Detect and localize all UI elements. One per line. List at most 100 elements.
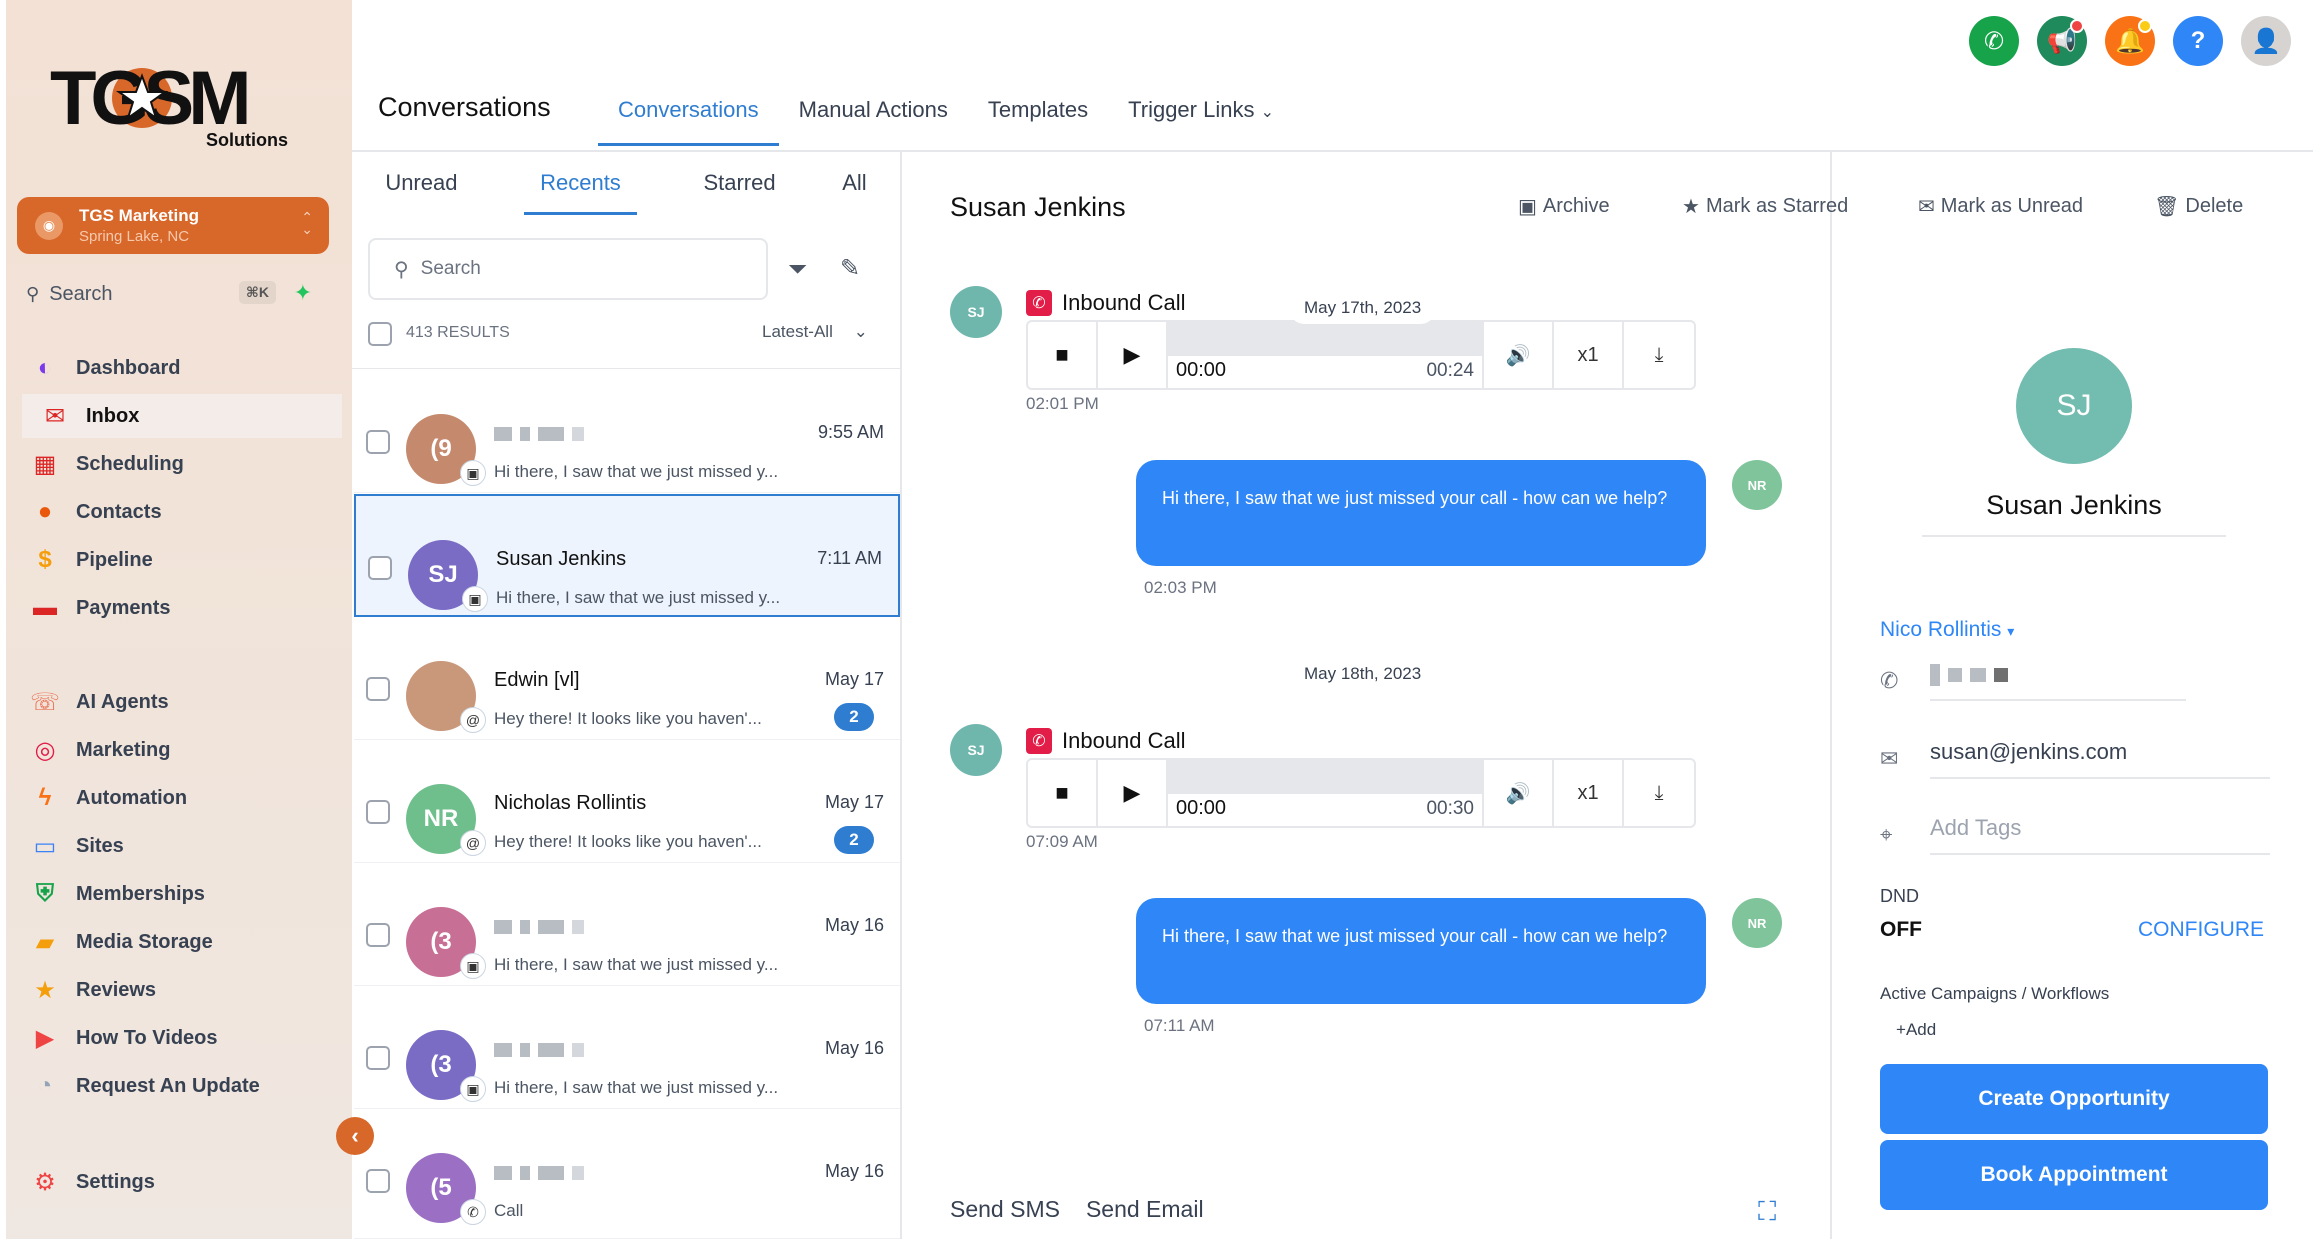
sidebar-item-label: How To Videos [76,1026,218,1049]
quick-action-icon[interactable]: ✦ [294,280,312,306]
sidebar-item-dashboard[interactable]: ◐ Dashboard [6,346,346,390]
location-switcher[interactable]: ◉ TGS Marketing Spring Lake, NC ⌃ ⌄ [17,197,329,254]
download-icon[interactable]: ⤓ [1624,760,1694,826]
conversation-name [494,422,592,445]
phone-icon: ✆ [1026,290,1052,316]
delete-button[interactable]: 🗑 Delete [2154,194,2243,219]
mark-starred-button[interactable]: ★ Mark as Starred [1682,194,1848,219]
sidebar-item-media-storage[interactable]: ▰ Media Storage [6,920,346,964]
dnd-value: OFF [1880,918,1922,941]
filter-icon[interactable]: ⏷ [788,256,807,284]
email-channel-icon: @ [460,830,486,856]
conversation-checkbox[interactable] [368,556,392,580]
conversation-list-item[interactable]: (5 ✆ May 16 Call [354,1109,900,1239]
message-time: 02:03 PM [1144,578,1217,597]
play-button[interactable]: ▶ [1098,322,1168,388]
conversation-checkbox[interactable] [366,800,390,824]
configure-button[interactable]: CONFIGURE [2138,918,2264,942]
owner-select[interactable]: Nico Rollintis ▾ [1880,618,2014,642]
phone-field[interactable]: ✆ [1880,664,2186,701]
add-campaign-button[interactable]: +Add [1896,1020,1936,1040]
sort-select[interactable]: Latest-All ⌄ [762,322,868,342]
tab-recents[interactable]: Recents [524,152,637,215]
inbox-icon: ✉ [44,402,66,430]
tab-unread[interactable]: Unread [385,170,457,196]
sidebar-item-reviews[interactable]: ★ Reviews [6,968,346,1012]
chevron-updown-icon: ⌃ ⌄ [301,209,313,237]
sidebar-item-pipeline[interactable]: $ Pipeline [6,538,346,582]
book-appointment-button[interactable]: Book Appointment [1880,1140,2268,1210]
sidebar-search[interactable]: ⚲ Search ⌘K ✦ [26,280,326,308]
phone-icon[interactable]: ✆ [1969,16,2019,66]
conversation-time: 9:55 AM [817,422,884,442]
avatar-initials: (3 [430,1051,452,1078]
conversation-list-item[interactable]: NR @ Nicholas Rollintis May 17 Hey there! It… [354,740,900,863]
sidebar-item-ai-agents[interactable]: ☏ AI Agents [6,680,346,724]
conversation-checkbox[interactable] [366,1169,390,1193]
help-icon[interactable]: ? [2173,16,2223,66]
sidebar-item-how-to-videos[interactable]: ▶ How To Videos [6,1016,346,1060]
audio-progress-bar[interactable]: 00:00 00:24 [1168,322,1484,388]
sidebar-item-automation[interactable]: ϟ Automation [6,776,346,820]
mark-unread-button[interactable]: ✉ Mark as Unread [1918,194,2083,219]
tab-trigger-links[interactable]: Trigger Links ⌄ [1108,80,1294,146]
sidebar-item-contacts[interactable]: ● Contacts [6,490,346,534]
conversation-list-item[interactable]: SJ ▣ Susan Jenkins 7:11 AM Hi there, I saw t… [354,494,900,617]
compose-icon[interactable]: ✎ [840,254,860,283]
bell-icon[interactable]: 🔔 [2105,16,2155,66]
message-time: 07:09 AM [1026,832,1098,851]
conversation-checkbox[interactable] [366,1046,390,1070]
audio-progress-bar[interactable]: 00:00 00:30 [1168,760,1484,826]
create-opportunity-button[interactable]: Create Opportunity [1880,1064,2268,1134]
brand-logo[interactable]: TGSM Solutions [50,54,310,154]
conversation-checkbox[interactable] [366,677,390,701]
email-field[interactable]: ✉ susan@jenkins.com [1880,739,2270,779]
conversation-list-item[interactable]: (3 ▣ May 16 Hi there, I saw that we just mi… [354,986,900,1109]
sidebar-item-inbox[interactable]: ✉ Inbox [22,394,342,438]
play-button[interactable]: ▶ [1098,760,1168,826]
user-avatar[interactable]: 👤 [2241,16,2291,66]
sidebar-item-sites[interactable]: ▭ Sites [6,824,346,868]
sidebar-item-payments[interactable]: ▬ Payments [6,586,346,630]
tab-all[interactable]: All [842,170,866,196]
add-label: Add [1905,1020,1937,1039]
send-email-tab[interactable]: Send Email [1086,1196,1204,1223]
sidebar-item-settings[interactable]: ⚙ Settings [6,1160,346,1204]
sidebar-item-scheduling[interactable]: ▦ Scheduling [6,442,346,486]
download-icon[interactable]: ⤓ [1624,322,1694,388]
stop-button[interactable]: ■ [1028,322,1098,388]
search-icon: ⚲ [26,283,40,304]
play-icon: ▶ [35,1024,55,1052]
speed-button[interactable]: x1 [1554,322,1624,388]
trash-icon: 🗑 [2154,196,2180,218]
sidebar-item-memberships[interactable]: ⛨ Memberships [6,872,346,916]
conversation-search-input[interactable]: ⚲ Search [368,238,768,300]
conversation-list-item[interactable]: (3 ▣ May 16 Hi there, I saw that we just mi… [354,863,900,986]
speed-button[interactable]: x1 [1554,760,1624,826]
stop-button[interactable]: ■ [1028,760,1098,826]
megaphone-icon[interactable]: 📢 [2037,16,2087,66]
sidebar-item-request-an-update[interactable]: ◔ Request An Update [6,1064,346,1108]
tab-conversations[interactable]: Conversations [598,80,779,146]
conversation-name: Edwin [vl] [494,669,580,692]
conversation-name: Susan Jenkins [496,548,626,571]
tags-field[interactable]: ⌖ Add Tags [1880,815,2270,855]
tab-templates[interactable]: Templates [968,80,1108,146]
conversation-list-item[interactable]: (9 ▣ 9:55 AM Hi there, I saw that we just m… [354,370,900,493]
select-all-checkbox[interactable] [368,322,392,346]
volume-icon[interactable]: 🔊 [1484,322,1554,388]
tab-starred[interactable]: Starred [703,170,775,196]
tab-manual-actions[interactable]: Manual Actions [779,80,968,146]
volume-icon[interactable]: 🔊 [1484,760,1554,826]
sidebar-item-marketing[interactable]: ◎ Marketing [6,728,346,772]
conversation-checkbox[interactable] [366,923,390,947]
send-sms-tab[interactable]: Send SMS [950,1196,1060,1223]
expand-icon[interactable]: ⛶ [1758,1196,1776,1228]
email-channel-icon: @ [460,707,486,733]
conversation-checkbox[interactable] [366,430,390,454]
top-actions: ✆ 📢 🔔 ? 👤 [1969,16,2291,66]
archive-button[interactable]: ▣ Archive [1518,194,1610,219]
conversation-list-item[interactable]: @ Edwin [vl] May 17 Hey there! It looks lik… [354,617,900,740]
phone-icon: ✆ [1880,668,1899,693]
avatar-initials: (3 [430,928,452,955]
